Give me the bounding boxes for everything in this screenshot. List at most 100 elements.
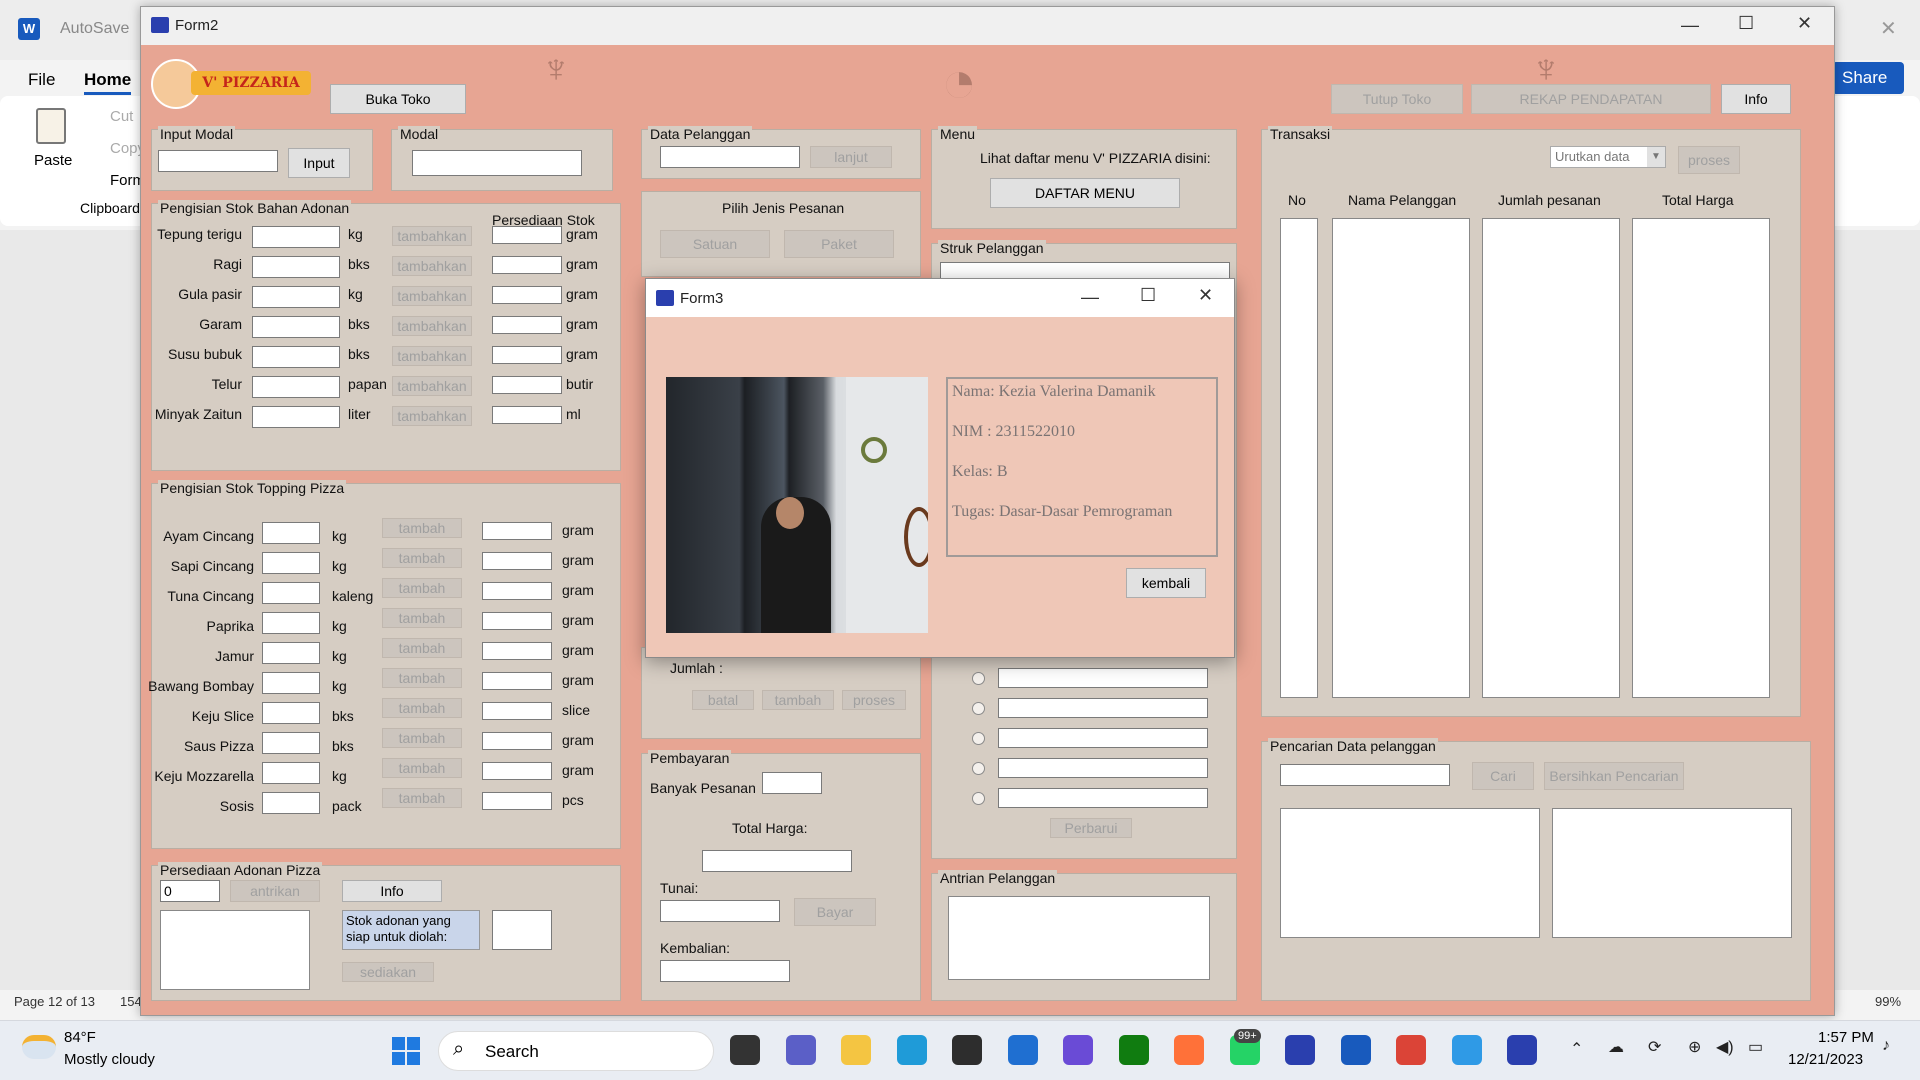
stok-adonan-value-field[interactable] [492, 910, 552, 950]
adonan-stock-field[interactable] [492, 256, 562, 274]
tambah-button[interactable]: tambah [382, 608, 462, 628]
topping-qty-field[interactable] [262, 522, 320, 544]
tambahkan-button[interactable]: tambahkan [392, 346, 472, 366]
adonan-stock-field[interactable] [492, 346, 562, 364]
adonan-stock-field[interactable] [492, 286, 562, 304]
sort-dropdown[interactable]: Urutkan data ▼ [1550, 146, 1666, 168]
tambah-button[interactable]: tambah [382, 728, 462, 748]
topping-stock-field[interactable] [482, 702, 552, 720]
maximize-icon[interactable]: ☐ [1140, 285, 1156, 306]
topping-stock-field[interactable] [482, 582, 552, 600]
weather-icon[interactable] [22, 1035, 56, 1059]
nama-pelanggan-field[interactable] [660, 146, 800, 168]
satuan-button[interactable]: Satuan [660, 230, 770, 258]
antrian-listbox[interactable] [948, 896, 1210, 980]
tambah-button[interactable]: tambah [382, 548, 462, 568]
cut-label[interactable]: Cut [110, 108, 133, 125]
adonan-stock-field[interactable] [492, 406, 562, 424]
cari-button[interactable]: Cari [1472, 762, 1534, 790]
pencarian-field[interactable] [1280, 764, 1450, 786]
struk-radio[interactable] [972, 702, 985, 715]
paste-label[interactable]: Paste [34, 152, 72, 169]
adonan-qty-field[interactable] [252, 256, 340, 278]
topping-qty-field[interactable] [262, 552, 320, 574]
input-button[interactable]: Input [288, 148, 350, 178]
edge-icon[interactable] [896, 1035, 927, 1065]
close-icon[interactable]: ✕ [1198, 285, 1213, 306]
kembali-button[interactable]: kembali [1126, 568, 1206, 598]
antrikan-button[interactable]: antrikan [230, 880, 320, 902]
kembalian-field[interactable] [660, 960, 790, 982]
tambah-button[interactable]: tambah [382, 788, 462, 808]
topping-stock-field[interactable] [482, 762, 552, 780]
struk-radio[interactable] [972, 792, 985, 805]
share-button[interactable]: Share ⌄ [1832, 62, 1904, 107]
paste-icon[interactable] [36, 108, 66, 144]
struk-radio[interactable] [972, 672, 985, 685]
modal-field[interactable] [412, 150, 582, 176]
no-listbox[interactable] [1280, 218, 1318, 698]
topping-stock-field[interactable] [482, 732, 552, 750]
nama-listbox[interactable] [1332, 218, 1470, 698]
chrome-icon[interactable] [1396, 1035, 1426, 1065]
info-button[interactable]: Info [1721, 84, 1791, 114]
close-icon[interactable]: ✕ [1880, 16, 1897, 41]
total-listbox[interactable] [1632, 218, 1770, 698]
transaksi-proses-button[interactable]: proses [1678, 146, 1740, 174]
tambahkan-button[interactable]: tambahkan [392, 286, 472, 306]
topping-stock-field[interactable] [482, 522, 552, 540]
topping-qty-field[interactable] [262, 672, 320, 694]
code-icon[interactable] [1063, 1035, 1093, 1065]
form-app-icon[interactable] [1507, 1035, 1537, 1065]
tambahkan-button[interactable]: tambahkan [392, 256, 472, 276]
weather-desc[interactable]: Mostly cloudy [64, 1051, 155, 1068]
tambah-pesanan-button[interactable]: tambah [762, 690, 834, 710]
adonan-info-button[interactable]: Info [342, 880, 442, 902]
struk-radio[interactable] [972, 762, 985, 775]
cloud-icon[interactable]: ☁ [1608, 1037, 1624, 1057]
adonan-stock-field[interactable] [492, 226, 562, 244]
pencarian-listbox-right[interactable] [1552, 808, 1792, 938]
topping-qty-field[interactable] [262, 582, 320, 604]
tambahkan-button[interactable]: tambahkan [392, 226, 472, 246]
struk-radio[interactable] [972, 732, 985, 745]
struk-row-field[interactable] [998, 698, 1208, 718]
adonan-qty-field[interactable] [252, 346, 340, 368]
tambah-button[interactable]: tambah [382, 638, 462, 658]
tunai-field[interactable] [660, 900, 780, 922]
struk-row-field[interactable] [998, 728, 1208, 748]
menu-file[interactable]: File [28, 70, 55, 90]
adonan-qty-field[interactable] [252, 316, 340, 338]
xbox-icon[interactable] [1118, 1035, 1149, 1065]
zoom-level[interactable]: 99% [1875, 994, 1901, 1009]
clock-date[interactable]: 12/21/2023 [1788, 1051, 1863, 1068]
proses-pesanan-button[interactable]: proses [842, 690, 906, 710]
bell-icon[interactable]: ♪ [1882, 1037, 1890, 1055]
topping-stock-field[interactable] [482, 642, 552, 660]
chevron-down-icon[interactable]: ▼ [1647, 147, 1665, 167]
volume-icon[interactable]: ◀) [1716, 1037, 1734, 1057]
topping-qty-field[interactable] [262, 702, 320, 724]
firefox-icon[interactable] [1174, 1035, 1204, 1065]
buka-toko-button[interactable]: Buka Toko [330, 84, 466, 114]
adonan-qty-field[interactable] [252, 226, 340, 248]
menu-home[interactable]: Home [84, 70, 132, 95]
battery-icon[interactable]: ▭ [1748, 1037, 1763, 1057]
topping-stock-field[interactable] [482, 552, 552, 570]
batal-button[interactable]: batal [692, 690, 754, 710]
file-explorer-icon[interactable] [841, 1035, 871, 1065]
tambah-button[interactable]: tambah [382, 578, 462, 598]
clock-time[interactable]: 1:57 PM [1818, 1029, 1874, 1046]
pencarian-listbox-left[interactable] [1280, 808, 1540, 938]
tambah-button[interactable]: tambah [382, 518, 462, 538]
store-icon[interactable] [1007, 1035, 1038, 1065]
adonan-listbox[interactable] [160, 910, 310, 990]
adonan-stock-field[interactable] [492, 376, 562, 394]
banyak-pesanan-field[interactable] [762, 772, 822, 794]
topping-stock-field[interactable] [482, 612, 552, 630]
network-icon[interactable]: ⊕ [1688, 1037, 1701, 1057]
total-harga-field[interactable] [702, 850, 852, 872]
adonan-qty-field[interactable] [252, 286, 340, 308]
tambahkan-button[interactable]: tambahkan [392, 316, 472, 336]
minimize-icon[interactable]: — [1681, 15, 1699, 36]
